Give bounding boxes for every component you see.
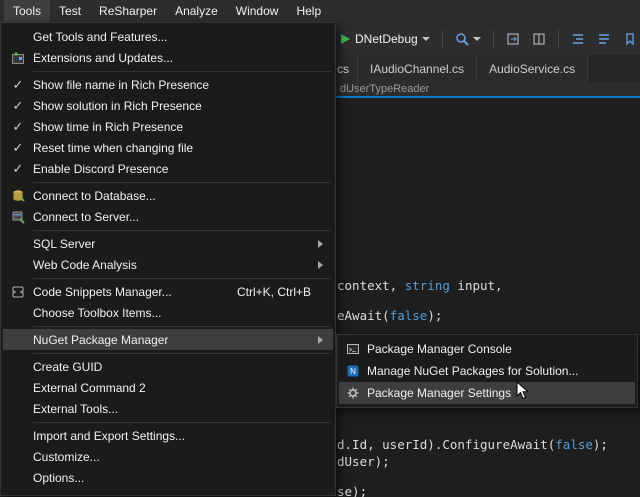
code-line: se); <box>337 484 367 497</box>
menu-bar: Tools Test ReSharper Analyze Window Help <box>0 0 640 22</box>
open-file-icon <box>506 32 520 46</box>
menu-item-web-code-analysis[interactable]: Web Code Analysis <box>3 254 333 275</box>
tab-partial[interactable]: cs <box>333 55 358 82</box>
server-icon <box>11 210 25 224</box>
extensions-icon <box>11 51 25 65</box>
play-icon <box>339 33 351 45</box>
code-line: dUser); <box>337 454 390 469</box>
menu-item-choose-toolbox-items[interactable]: Choose Toolbox Items... <box>3 302 333 323</box>
tools-menu: Get Tools and Features... Extensions and… <box>0 22 336 496</box>
active-document-accent <box>333 96 640 98</box>
menu-item-show-time-rich-presence[interactable]: ✓ Show time in Rich Presence <box>3 116 333 137</box>
menubar-item-tools[interactable]: Tools <box>4 0 50 22</box>
toolbar-separator <box>442 30 443 48</box>
menu-item-import-export-settings[interactable]: Import and Export Settings... <box>3 425 333 446</box>
mouse-cursor <box>516 381 530 401</box>
shortcut-label: Ctrl+K, Ctrl+B <box>237 285 311 299</box>
menu-item-extensions-and-updates[interactable]: Extensions and Updates... <box>3 47 333 68</box>
check-icon: ✓ <box>13 77 24 93</box>
menu-item-external-command-2[interactable]: External Command 2 <box>3 377 333 398</box>
menu-item-code-snippets-manager[interactable]: Code Snippets Manager... Ctrl+K, Ctrl+B <box>3 281 333 302</box>
console-icon <box>346 342 360 356</box>
attach-to-process-button[interactable] <box>452 30 484 48</box>
toolbar-separator <box>493 30 494 48</box>
bookmark-icon <box>623 32 637 46</box>
menubar-item-window[interactable]: Window <box>227 0 288 22</box>
menubar-item-resharper[interactable]: ReSharper <box>90 0 166 22</box>
editor-navigation-bar[interactable]: dUserTypeReader <box>333 82 640 96</box>
code-line: eAwait(false); <box>337 308 442 323</box>
bookmark-button[interactable] <box>620 30 640 48</box>
menu-item-create-guid[interactable]: Create GUID <box>3 356 333 377</box>
svg-text:N: N <box>350 367 356 376</box>
menu-item-connect-to-server[interactable]: Connect to Server... <box>3 206 333 227</box>
start-debug-button[interactable]: DNetDebug <box>336 30 433 48</box>
submenu-item-package-manager-console[interactable]: Package Manager Console <box>339 338 635 360</box>
check-icon: ✓ <box>13 140 24 156</box>
menu-item-nuget-package-manager[interactable]: NuGet Package Manager <box>3 329 333 350</box>
gear-icon <box>346 386 360 400</box>
tab-iaudiochannel[interactable]: IAudioChannel.cs <box>358 55 477 82</box>
menu-item-options[interactable]: Options... <box>3 467 333 488</box>
menubar-item-test[interactable]: Test <box>50 0 90 22</box>
toolbar-separator <box>558 30 559 48</box>
navbar-member-label: dUserTypeReader <box>340 83 429 95</box>
submenu-arrow-icon <box>318 261 323 269</box>
menu-item-get-tools-and-features[interactable]: Get Tools and Features... <box>3 26 333 47</box>
chevron-down-icon <box>422 37 430 41</box>
menu-item-connect-to-database[interactable]: Connect to Database... <box>3 185 333 206</box>
open-file-button[interactable] <box>503 30 523 48</box>
check-icon: ✓ <box>13 161 24 177</box>
submenu-arrow-icon <box>318 336 323 344</box>
check-icon: ✓ <box>13 119 24 135</box>
menu-item-enable-discord-presence[interactable]: ✓ Enable Discord Presence <box>3 158 333 179</box>
tab-audioservice[interactable]: AudioService.cs <box>477 55 588 82</box>
tab-bar: cs IAudioChannel.cs AudioService.cs <box>333 55 640 82</box>
run-config-label: DNetDebug <box>355 32 418 46</box>
nuget-submenu: Package Manager Console N Manage NuGet P… <box>336 334 638 408</box>
chevron-down-icon <box>473 37 481 41</box>
vs-window: Tools Test ReSharper Analyze Window Help… <box>0 0 640 497</box>
database-icon <box>11 189 25 203</box>
split-pane-icon <box>532 32 546 46</box>
indent-list-button[interactable] <box>568 30 588 48</box>
submenu-arrow-icon <box>318 240 323 248</box>
line-list-icon <box>597 32 611 46</box>
line-list-button[interactable] <box>594 30 614 48</box>
submenu-item-package-manager-settings[interactable]: Package Manager Settings <box>339 382 635 404</box>
package-icon: N <box>346 364 360 378</box>
menu-item-show-file-name-rich-presence[interactable]: ✓ Show file name in Rich Presence <box>3 74 333 95</box>
menubar-item-help[interactable]: Help <box>287 0 330 22</box>
menu-item-external-tools[interactable]: External Tools... <box>3 398 333 419</box>
code-line: d.Id, userId).ConfigureAwait(false); <box>337 437 608 452</box>
check-icon: ✓ <box>13 98 24 114</box>
menu-item-sql-server[interactable]: SQL Server <box>3 233 333 254</box>
code-line: context, string input, <box>337 278 503 293</box>
menu-item-customize[interactable]: Customize... <box>3 446 333 467</box>
menubar-item-analyze[interactable]: Analyze <box>166 0 227 22</box>
snippets-icon <box>11 285 25 299</box>
menu-item-reset-time-when-changing-file[interactable]: ✓ Reset time when changing file <box>3 137 333 158</box>
split-pane-button[interactable] <box>529 30 549 48</box>
submenu-item-manage-nuget-packages-solution[interactable]: N Manage NuGet Packages for Solution... <box>339 360 635 382</box>
attach-to-process-icon <box>455 32 469 46</box>
menu-item-show-solution-rich-presence[interactable]: ✓ Show solution in Rich Presence <box>3 95 333 116</box>
indent-list-icon <box>571 32 585 46</box>
